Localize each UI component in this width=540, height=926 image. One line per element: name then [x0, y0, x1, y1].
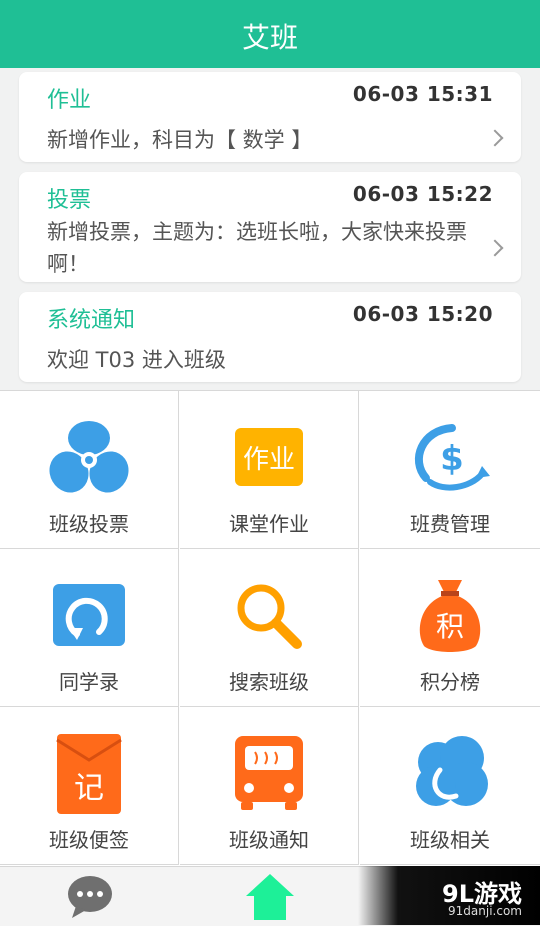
note-icon: 记: [56, 734, 122, 814]
feature-grid: 班级投票 作业 课堂作业 $ 班费管理 同学录 搜索班级 积 积分榜 记 班级便…: [0, 390, 540, 867]
chevron-right-icon: [486, 239, 504, 257]
notification-time: 06-03 15:31: [352, 82, 493, 106]
cloud-icon: [416, 736, 488, 806]
notification-card-system[interactable]: 系统通知 06-03 15:20 欢迎 T03 进入班级: [19, 292, 521, 382]
chat-bubble-icon[interactable]: [66, 874, 114, 920]
notification-card-vote[interactable]: 投票 06-03 15:22 新增投票，主题为：选班长啦，大家快来投票啊！: [19, 172, 521, 282]
home-icon[interactable]: [244, 872, 296, 922]
money-bag-icon-text: 积: [436, 610, 464, 643]
menu-item-class-vote[interactable]: 班级投票: [0, 391, 179, 549]
menu-item-class-related[interactable]: 班级相关: [360, 707, 540, 865]
app-header: 艾班: [0, 0, 540, 68]
menu-item-leaderboard[interactable]: 积 积分榜: [360, 549, 540, 707]
notification-title: 投票: [47, 188, 92, 213]
notification-title: 作业: [47, 88, 92, 113]
note-icon-text: 记: [74, 771, 104, 806]
dollar-icon: $: [414, 424, 490, 491]
menu-item-label: 班级通知: [229, 828, 309, 852]
menu-item-class-notes[interactable]: 记 班级便签: [0, 707, 179, 865]
menu-item-label: 班级便签: [49, 828, 129, 852]
menu-item-homework[interactable]: 作业 课堂作业: [180, 391, 359, 549]
notification-card-homework[interactable]: 作业 06-03 15:31 新增作业，科目为【 数学 】: [19, 72, 521, 162]
refresh-icon: [53, 584, 125, 646]
notification-body: 欢迎 T03 进入班级: [47, 348, 226, 372]
menu-item-label: 积分榜: [420, 670, 480, 694]
menu-item-label: 同学录: [59, 670, 119, 694]
fan-icon: [49, 421, 129, 493]
menu-item-search-class[interactable]: 搜索班级: [180, 549, 359, 707]
notification-body: 新增作业，科目为【 数学 】: [47, 128, 313, 152]
notification-body: 新增投票，主题为：选班长啦，大家快来投票啊！: [47, 220, 467, 276]
menu-item-label: 班费管理: [410, 512, 490, 536]
menu-item-class-fee[interactable]: $ 班费管理: [360, 391, 540, 549]
menu-item-label: 课堂作业: [229, 512, 309, 536]
menu-item-class-notice[interactable]: 班级通知: [180, 707, 359, 865]
homework-icon-text: 作业: [243, 445, 295, 475]
watermark-url: 91danji.com: [448, 904, 522, 918]
notification-title: 系统通知: [47, 308, 136, 333]
search-icon: [237, 584, 302, 649]
menu-item-classmates[interactable]: 同学录: [0, 549, 179, 707]
menu-item-label: 班级投票: [49, 512, 129, 536]
menu-item-label: 搜索班级: [229, 670, 309, 694]
app-title: 艾班: [241, 21, 298, 54]
svg-text:$: $: [440, 439, 464, 479]
menu-item-label: 班级相关: [410, 828, 490, 852]
chevron-right-icon: [486, 129, 504, 147]
homework-icon: 作业: [235, 428, 303, 486]
money-bag-icon: 积: [419, 580, 481, 652]
notification-time: 06-03 15:22: [352, 182, 493, 206]
bus-icon: [235, 736, 303, 810]
watermark: 9L游戏 91danji.com: [358, 866, 540, 925]
notification-time: 06-03 15:20: [352, 302, 493, 326]
